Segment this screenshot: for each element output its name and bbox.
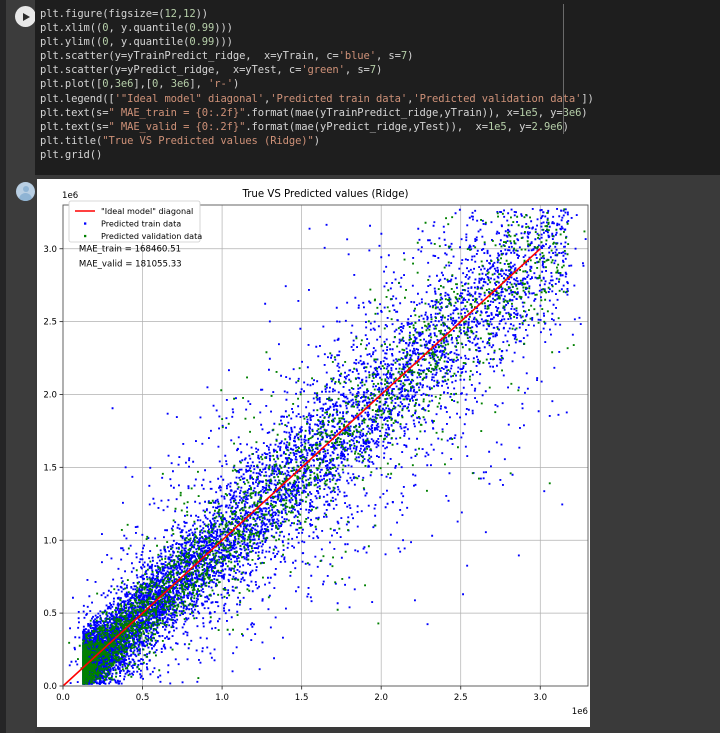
avatar-head bbox=[22, 185, 29, 192]
code-line: plt.text(s=" MAE_train = {0:.2f}".format… bbox=[40, 106, 588, 119]
y-tick-label: 0.5 bbox=[43, 609, 57, 619]
scatter-plot: 0.0 0.5 1.0 1.5 2.0 2.5 3.0 0.0 0.5 1.0 1.5 2.0 2.5 3… bbox=[37, 179, 590, 727]
x-tick-label: 0.5 bbox=[136, 693, 150, 703]
annotation-text: MAE_valid = 181055.33 bbox=[79, 259, 182, 269]
y-tick-label: 2.0 bbox=[43, 391, 57, 401]
notebook-container: plt.figure(figsize=(12,12)) plt.xlim((0, … bbox=[0, 0, 720, 733]
legend-marker-dot bbox=[84, 234, 87, 238]
annotation-text: MAE_train = 168460.51 bbox=[79, 245, 181, 255]
code-line: plt.text(s=" MAE_valid = {0:.2f}".format… bbox=[40, 120, 569, 133]
y-axis-offset-text: 1e6 bbox=[62, 191, 78, 201]
legend-marker-dot bbox=[84, 222, 87, 225]
code-line: plt.title("True VS Predicted values (Rid… bbox=[40, 134, 320, 147]
x-axis-offset-text: 1e6 bbox=[572, 707, 588, 717]
x-tick-label: 1.5 bbox=[295, 693, 309, 703]
code-line: plt.figure(figsize=(12,12)) bbox=[40, 8, 209, 20]
text-cursor bbox=[563, 4, 564, 134]
y-tick-label: 2.5 bbox=[43, 318, 57, 328]
code-line: plt.xlim((0, y.quantile(0.99))) bbox=[40, 22, 233, 35]
matplotlib-figure: 0.0 0.5 1.0 1.5 2.0 2.5 3.0 0.0 0.5 1.0 1.5 2.0 2.5 3… bbox=[37, 179, 590, 727]
y-tick-label: 1.0 bbox=[43, 536, 57, 546]
y-tick-label: 1.5 bbox=[43, 463, 57, 473]
code-line: plt.ylim((0, y.quantile(0.99))) bbox=[40, 36, 233, 49]
run-cell-button[interactable] bbox=[15, 6, 36, 27]
x-tick-label: 1.0 bbox=[215, 693, 229, 703]
x-tick-label: 3.0 bbox=[533, 693, 547, 703]
y-tick-label: 0.0 bbox=[43, 682, 57, 692]
code-line: plt.scatter(y=yTrainPredict_ridge, x=yTr… bbox=[40, 50, 414, 63]
chart-legend: "Ideal model" diagonal Predicted train da… bbox=[68, 200, 202, 243]
x-tick-label: 2.0 bbox=[374, 693, 388, 703]
code-editor[interactable]: plt.figure(figsize=(12,12)) plt.xlim((0, … bbox=[35, 0, 720, 175]
x-tick-label: 0.0 bbox=[56, 693, 70, 703]
chart-title: True VS Predicted values (Ridge) bbox=[241, 189, 408, 200]
x-tick-label: 2.5 bbox=[454, 693, 468, 703]
legend-label: "Ideal model" diagonal bbox=[101, 206, 193, 216]
user-avatar-icon bbox=[16, 182, 35, 201]
legend-label: Predicted train data bbox=[101, 219, 181, 229]
code-line: plt.grid() bbox=[40, 148, 103, 161]
output-cell-gutter bbox=[6, 175, 35, 733]
code-cell-gutter bbox=[6, 0, 36, 175]
code-line: plt.legend(['"Ideal model" diagonal','Pr… bbox=[40, 92, 594, 105]
avatar-body bbox=[19, 193, 32, 201]
output-cell: 0.0 0.5 1.0 1.5 2.0 2.5 3.0 0.0 0.5 1.0 1.5 2.0 2.5 3… bbox=[0, 175, 720, 733]
y-tick-label: 3.0 bbox=[43, 245, 57, 255]
code-cell: plt.figure(figsize=(12,12)) plt.xlim((0, … bbox=[0, 0, 720, 175]
code-line: plt.scatter(y=yPredict_ridge, x=yTest, c… bbox=[40, 64, 383, 77]
legend-label: Predicted validation data bbox=[101, 231, 202, 241]
play-icon bbox=[23, 12, 30, 21]
code-line: plt.plot([0,3e6],[0, 3e6], 'r-') bbox=[40, 78, 240, 91]
